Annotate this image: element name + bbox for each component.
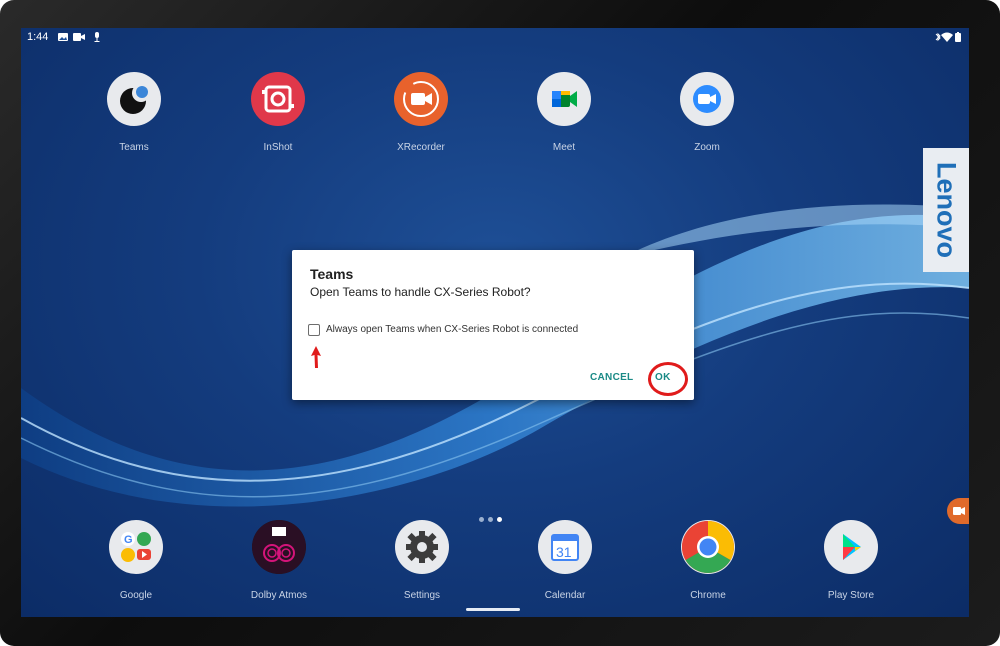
xrecorder-floating-button[interactable]	[947, 498, 969, 524]
app-google-folder[interactable]: G Google	[76, 520, 196, 601]
page-dot	[488, 517, 493, 522]
app-meet[interactable]: Meet	[504, 72, 624, 153]
teams-icon	[107, 72, 161, 126]
zoom-icon	[680, 72, 734, 126]
status-time: 1:44	[27, 31, 49, 43]
annotation-arrow-icon	[311, 346, 321, 368]
page-indicator	[479, 509, 506, 527]
status-bar: 1:44	[21, 28, 969, 48]
app-label: Meet	[552, 142, 576, 153]
app-label: Google	[119, 590, 153, 601]
app-label: Play Store	[827, 590, 875, 601]
battery-icon	[955, 32, 961, 42]
video-notification-icon	[73, 33, 85, 41]
app-label: Dolby Atmos	[250, 590, 308, 601]
inshot-icon	[251, 72, 305, 126]
app-label: InShot	[263, 142, 293, 153]
app-zoom[interactable]: Zoom	[647, 72, 767, 153]
record-icon	[953, 507, 965, 515]
chrome-icon	[681, 520, 735, 574]
svg-text:G: G	[124, 534, 133, 546]
lenovo-logo: Lenovo	[923, 148, 969, 272]
app-dolby-atmos[interactable]: Dolby Atmos	[219, 520, 339, 601]
annotation-circle	[648, 362, 688, 396]
calendar-icon: 31	[538, 520, 592, 574]
meet-icon	[537, 72, 591, 126]
home-screen: 1:44 Teams InShot XRecorder Meet Zoom Le…	[21, 28, 969, 617]
app-settings[interactable]: Settings	[362, 520, 482, 601]
wifi-icon	[941, 32, 953, 42]
app-label: XRecorder	[397, 142, 445, 153]
app-label: Zoom	[694, 142, 720, 153]
open-with-dialog: Teams Open Teams to handle CX-Series Rob…	[292, 250, 694, 400]
mic-notification-icon	[94, 32, 100, 42]
app-inshot[interactable]: InShot	[218, 72, 338, 153]
dialog-message: Open Teams to handle CX-Series Robot?	[310, 285, 531, 299]
image-notification-icon	[58, 33, 68, 41]
cancel-button[interactable]: CANCEL	[590, 372, 633, 383]
app-label: Chrome	[690, 590, 726, 601]
calendar-day: 31	[556, 544, 572, 560]
gear-icon	[395, 520, 449, 574]
google-folder-icon: G	[109, 520, 163, 574]
page-dot-active	[497, 517, 502, 522]
app-xrecorder[interactable]: XRecorder	[361, 72, 481, 153]
dolby-atmos-icon	[252, 520, 306, 574]
home-gesture-bar[interactable]	[466, 608, 520, 611]
lenovo-text: Lenovo	[931, 161, 962, 259]
play-store-icon	[824, 520, 878, 574]
always-open-checkbox[interactable]	[308, 324, 320, 336]
app-teams[interactable]: Teams	[74, 72, 194, 153]
xrecorder-icon	[394, 72, 448, 126]
app-play-store[interactable]: Play Store	[791, 520, 911, 601]
app-label: Calendar	[544, 590, 586, 601]
dialog-title: Teams	[310, 266, 354, 282]
app-chrome[interactable]: Chrome	[648, 520, 768, 601]
app-label: Settings	[403, 590, 441, 601]
always-open-label[interactable]: Always open Teams when CX-Series Robot i…	[326, 324, 578, 335]
app-calendar[interactable]: 31 Calendar	[505, 520, 625, 601]
app-label: Teams	[119, 142, 149, 153]
